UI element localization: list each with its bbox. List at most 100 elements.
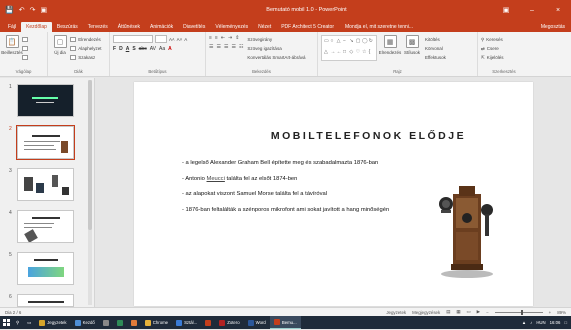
taskbar-item-7[interactable]: Sztál... (172, 316, 201, 329)
close-button[interactable]: × (545, 7, 571, 14)
new-slide-button[interactable]: ▢ Új dia (51, 35, 69, 55)
present-icon[interactable]: ▣ (40, 6, 47, 14)
taskbar-item-1[interactable]: Jegyzetek (35, 316, 70, 329)
align-text-button[interactable]: Szöveg igazítása (247, 45, 305, 52)
tab-transitions[interactable]: Áttűnések (113, 24, 145, 32)
redo-icon[interactable]: ↷ (30, 6, 36, 14)
zoom-out-icon[interactable]: − (486, 310, 489, 315)
tab-file[interactable]: Fájl (0, 24, 21, 32)
antique-telephone-image[interactable] (437, 182, 495, 280)
search-icon[interactable]: ⚲ (12, 316, 23, 329)
taskbar-item-6[interactable]: Chrome (141, 316, 172, 329)
columns-icon[interactable]: ☷ (239, 44, 243, 50)
tab-pdf-architect[interactable]: PDF Architect 5 Creator (276, 24, 339, 32)
shapes-gallery[interactable]: ▭ ○ △ − ↘ ▢ ◯ ↻ △ → ← □ ◇ ♡ ☆{ (321, 35, 377, 61)
slide-title[interactable]: MOBILTELEFONOK ELŐDJE (134, 130, 533, 142)
shape-fill-button[interactable]: Kitöltés (425, 36, 446, 43)
thumbnail-slide-3[interactable]: 3 (0, 166, 95, 204)
strikethrough-button[interactable]: abc (139, 46, 147, 52)
thumbnail-slide-1[interactable]: 1 (0, 82, 95, 120)
comments-button[interactable]: Megjegyzések (412, 310, 440, 315)
layout-button[interactable]: Elrendezés (70, 36, 101, 43)
taskbar-item-11[interactable]: Bemu... (269, 316, 301, 329)
align-left-icon[interactable]: ☰ (209, 44, 213, 50)
ribbon-display-button[interactable]: ▣ (493, 6, 519, 14)
tab-animations[interactable]: Animációk (145, 24, 178, 32)
minimize-button[interactable]: – (519, 7, 545, 14)
tab-review[interactable]: Véleményezés (210, 24, 253, 32)
align-center-icon[interactable]: ☰ (216, 44, 220, 50)
tab-design[interactable]: Tervezés (83, 24, 113, 32)
shape-outline-button[interactable]: Körvonal (425, 45, 446, 52)
taskbar-item-4[interactable] (113, 316, 127, 329)
font-family-select[interactable] (113, 35, 153, 43)
taskbar-item-9[interactable]: Zotero (215, 316, 243, 329)
bold-button[interactable]: F (113, 46, 116, 52)
taskbar-item-2[interactable]: Kezdő (71, 316, 99, 329)
align-right-icon[interactable]: ☰ (224, 44, 228, 50)
paste-button[interactable]: 📋 Beillesztés (1, 35, 23, 55)
thumbnail-slide-5[interactable]: 5 (0, 250, 95, 288)
numbering-icon[interactable]: ≡ (215, 35, 218, 41)
reading-view-icon[interactable]: ▭ (467, 309, 471, 315)
drawing-group: ▭ ○ △ − ↘ ▢ ◯ ↻ △ → ← □ ◇ ♡ ☆{ ▦ Elrendezés ▩ Stíluso… (318, 32, 478, 76)
shrink-font-button[interactable]: A˅ (177, 37, 183, 42)
tab-slideshow[interactable]: Diavetítés (178, 24, 210, 32)
tab-view[interactable]: Nézet (253, 24, 276, 32)
taskview-icon[interactable]: ▭ (23, 316, 35, 329)
taskbar-item-5[interactable] (127, 316, 141, 329)
slideshow-view-icon[interactable]: ▶ (477, 309, 480, 315)
select-button[interactable]: ⇱ Kijelölés (481, 54, 504, 61)
volume-icon[interactable]: ♪ (530, 320, 532, 325)
sorter-view-icon[interactable]: ▦ (456, 309, 460, 315)
start-button[interactable] (0, 316, 12, 329)
zoom-level[interactable]: 89% (557, 310, 566, 315)
save-icon[interactable]: 💾 (5, 6, 14, 14)
increase-indent-icon[interactable]: ⇥ (228, 35, 232, 41)
format-painter-button[interactable] (22, 54, 29, 61)
zoom-slider[interactable] (494, 309, 543, 315)
tab-home[interactable]: Kezdőlap (21, 22, 52, 32)
replace-button[interactable]: ⇄ Csere (481, 45, 504, 52)
slide-2[interactable]: MOBILTELEFONOK ELŐDJE - a legelső Alexan… (134, 82, 533, 306)
undo-icon[interactable]: ↶ (19, 6, 25, 14)
clock-time[interactable]: 16:06 (550, 320, 561, 325)
zoom-in-icon[interactable]: + (549, 310, 552, 315)
notifications-icon[interactable]: □ (564, 320, 567, 325)
cut-button[interactable] (22, 36, 29, 43)
thumbnails-scrollbar[interactable] (88, 80, 92, 305)
font-size-select[interactable] (155, 35, 167, 43)
thumbnail-slide-4[interactable]: 4 (0, 208, 95, 246)
thumbnail-slide-2[interactable]: 2 (0, 124, 95, 162)
normal-view-icon[interactable]: ▤ (446, 309, 450, 315)
smartart-button[interactable]: Konvertálás SmartArt-ábrává (247, 54, 305, 61)
copy-button[interactable] (22, 45, 29, 52)
network-icon[interactable]: ▲ (522, 320, 526, 325)
shadow-button[interactable]: S (132, 46, 135, 52)
shape-effects-button[interactable]: Effektusok (425, 54, 446, 61)
change-case-button[interactable]: Aa (159, 46, 165, 52)
taskbar-item-10[interactable]: Word (244, 316, 270, 329)
taskbar-item-8[interactable] (201, 316, 215, 329)
text-direction-button[interactable]: Szövegirány (247, 36, 305, 43)
char-spacing-button[interactable]: AV (150, 46, 156, 52)
tab-insert[interactable]: Beszúrás (52, 24, 83, 32)
slide-body[interactable]: - a legelső Alexander Graham Bell építet… (182, 160, 389, 222)
language-indicator[interactable]: HUN (536, 320, 545, 325)
reset-button[interactable]: Alaphelyzet (70, 45, 102, 52)
notes-button[interactable]: Jegyzetek (386, 310, 406, 315)
justify-icon[interactable]: ☰ (231, 44, 235, 50)
font-color-button[interactable]: A (168, 46, 172, 52)
find-button[interactable]: ⚲ Keresés (481, 36, 504, 43)
underline-button[interactable]: A (126, 46, 130, 52)
share-button[interactable]: Megosztás (535, 24, 571, 32)
section-button[interactable]: Szakasz (70, 54, 101, 61)
tell-me-box[interactable]: Mondja el, mit szeretne tenni... (339, 24, 419, 32)
line-spacing-icon[interactable]: ⇕ (235, 35, 239, 41)
bullets-icon[interactable]: ≡ (209, 35, 212, 41)
decrease-indent-icon[interactable]: ⇤ (221, 35, 225, 41)
clear-format-button[interactable]: A (184, 37, 187, 42)
italic-button[interactable]: D (119, 46, 123, 52)
taskbar-item-3[interactable] (99, 316, 113, 329)
grow-font-button[interactable]: A˄ (169, 37, 175, 42)
